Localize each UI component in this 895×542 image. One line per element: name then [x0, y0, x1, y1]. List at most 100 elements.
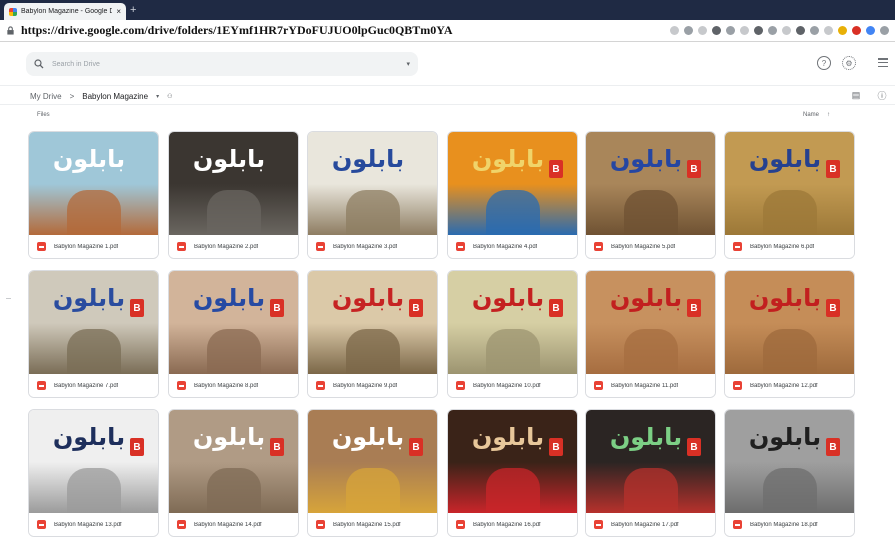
magazine-cover-thumbnail[interactable]: بابلون	[29, 132, 158, 235]
extension-icon[interactable]	[810, 26, 819, 35]
file-meta[interactable]: Babylon Magazine 13.pdf	[29, 513, 158, 536]
magazine-cover-thumbnail[interactable]: بابلون B	[29, 271, 158, 374]
file-card[interactable]: بابلون B Babylon Magazine 10.pdf	[447, 270, 578, 398]
file-meta[interactable]: Babylon Magazine 17.pdf	[586, 513, 715, 536]
extension-icon[interactable]	[880, 26, 889, 35]
folder-menu-chevron-icon[interactable]: ▾	[156, 93, 159, 100]
file-card[interactable]: بابلون B Babylon Magazine 17.pdf	[585, 409, 716, 537]
magazine-logo-badge: B	[270, 299, 284, 317]
extension-icon[interactable]	[796, 26, 805, 35]
file-card[interactable]: بابلون B Babylon Magazine 9.pdf	[307, 270, 438, 398]
new-tab-button[interactable]: +	[130, 3, 136, 17]
file-card[interactable]: بابلون Babylon Magazine 3.pdf	[307, 131, 438, 259]
extension-icon[interactable]	[754, 26, 763, 35]
extension-toolbar	[670, 26, 889, 35]
extension-icon[interactable]	[852, 26, 861, 35]
address-bar[interactable]: https://drive.google.com/drive/folders/1…	[0, 20, 895, 42]
cover-figure	[207, 329, 261, 374]
extension-icon[interactable]	[684, 26, 693, 35]
file-meta[interactable]: Babylon Magazine 11.pdf	[586, 374, 715, 397]
magazine-cover-thumbnail[interactable]: بابلون B	[308, 410, 437, 513]
magazine-cover-thumbnail[interactable]: بابلون	[308, 132, 437, 235]
file-meta[interactable]: Babylon Magazine 1.pdf	[29, 235, 158, 258]
file-name: Babylon Magazine 3.pdf	[333, 243, 398, 250]
side-handle	[6, 298, 11, 299]
search-options-icon[interactable]: ▾	[406, 60, 410, 68]
magazine-cover-thumbnail[interactable]: بابلون B	[448, 410, 577, 513]
magazine-title: بابلون	[748, 423, 822, 451]
file-card[interactable]: بابلون B Babylon Magazine 14.pdf	[168, 409, 299, 537]
browser-tab[interactable]: Babylon Magazine - Google D ×	[4, 3, 126, 20]
file-meta[interactable]: Babylon Magazine 16.pdf	[448, 513, 577, 536]
file-card[interactable]: بابلون B Babylon Magazine 6.pdf	[724, 131, 855, 259]
magazine-cover-thumbnail[interactable]: بابلون B	[308, 271, 437, 374]
menu-icon[interactable]	[878, 58, 888, 67]
breadcrumb-current-folder[interactable]: Babylon Magazine	[82, 92, 148, 101]
extension-icon[interactable]	[740, 26, 749, 35]
file-card[interactable]: بابلون B Babylon Magazine 7.pdf	[28, 270, 159, 398]
gear-icon[interactable]: ⚙	[842, 56, 856, 70]
file-meta[interactable]: Babylon Magazine 7.pdf	[29, 374, 158, 397]
sort-direction-arrow-icon[interactable]: ↑	[827, 112, 830, 118]
extension-icon[interactable]	[768, 26, 777, 35]
file-meta[interactable]: Babylon Magazine 9.pdf	[308, 374, 437, 397]
file-card[interactable]: بابلون Babylon Magazine 1.pdf	[28, 131, 159, 259]
lock-icon	[6, 26, 15, 35]
extension-icon[interactable]	[838, 26, 847, 35]
file-card[interactable]: بابلون Babylon Magazine 2.pdf	[168, 131, 299, 259]
file-meta[interactable]: Babylon Magazine 15.pdf	[308, 513, 437, 536]
file-meta[interactable]: Babylon Magazine 10.pdf	[448, 374, 577, 397]
file-card[interactable]: بابلون B Babylon Magazine 16.pdf	[447, 409, 578, 537]
file-meta[interactable]: Babylon Magazine 8.pdf	[169, 374, 298, 397]
file-meta[interactable]: Babylon Magazine 4.pdf	[448, 235, 577, 258]
magazine-cover-thumbnail[interactable]: بابلون B	[725, 132, 854, 235]
extension-icon[interactable]	[670, 26, 679, 35]
file-card[interactable]: بابلون B Babylon Magazine 13.pdf	[28, 409, 159, 537]
file-meta[interactable]: Babylon Magazine 2.pdf	[169, 235, 298, 258]
extension-icon[interactable]	[712, 26, 721, 35]
file-meta[interactable]: Babylon Magazine 5.pdf	[586, 235, 715, 258]
file-card[interactable]: بابلون B Babylon Magazine 11.pdf	[585, 270, 716, 398]
file-meta[interactable]: Babylon Magazine 6.pdf	[725, 235, 854, 258]
file-meta[interactable]: Babylon Magazine 14.pdf	[169, 513, 298, 536]
extension-icon[interactable]	[782, 26, 791, 35]
magazine-cover-thumbnail[interactable]: بابلون B	[725, 410, 854, 513]
extension-icon[interactable]	[866, 26, 875, 35]
extension-icon[interactable]	[698, 26, 707, 35]
magazine-cover-thumbnail[interactable]: بابلون B	[586, 132, 715, 235]
magazine-cover-thumbnail[interactable]: بابلون B	[29, 410, 158, 513]
magazine-title: بابلون	[609, 423, 683, 451]
magazine-cover-thumbnail[interactable]: بابلون B	[586, 271, 715, 374]
magazine-cover-thumbnail[interactable]: بابلون B	[725, 271, 854, 374]
url-text[interactable]: https://drive.google.com/drive/folders/1…	[21, 23, 670, 38]
magazine-cover-thumbnail[interactable]: بابلون B	[448, 271, 577, 374]
drive-search-bar[interactable]: Search in Drive ▾	[26, 52, 418, 76]
tab-close-icon[interactable]: ×	[116, 7, 121, 16]
file-meta[interactable]: Babylon Magazine 3.pdf	[308, 235, 437, 258]
file-meta[interactable]: Babylon Magazine 18.pdf	[725, 513, 854, 536]
info-icon[interactable]: ⓘ	[876, 89, 888, 101]
help-icon[interactable]: ?	[817, 56, 831, 70]
file-card[interactable]: بابلون B Babylon Magazine 12.pdf	[724, 270, 855, 398]
list-view-icon[interactable]: ▤	[850, 89, 862, 101]
magazine-cover-thumbnail[interactable]: بابلون B	[448, 132, 577, 235]
file-card[interactable]: بابلون B Babylon Magazine 18.pdf	[724, 409, 855, 537]
drive-favicon-icon	[9, 7, 17, 16]
magazine-cover-thumbnail[interactable]: بابلون B	[169, 271, 298, 374]
file-card[interactable]: بابلون B Babylon Magazine 15.pdf	[307, 409, 438, 537]
file-card[interactable]: بابلون B Babylon Magazine 8.pdf	[168, 270, 299, 398]
breadcrumb-my-drive[interactable]: My Drive	[30, 92, 62, 101]
extension-icon[interactable]	[824, 26, 833, 35]
pdf-file-icon	[37, 381, 46, 390]
magazine-cover-thumbnail[interactable]: بابلون	[169, 132, 298, 235]
search-input[interactable]: Search in Drive	[52, 61, 406, 68]
shared-people-icon[interactable]: ⚇	[167, 93, 172, 100]
sort-control[interactable]: Name ↑	[803, 112, 830, 118]
file-card[interactable]: بابلون B Babylon Magazine 5.pdf	[585, 131, 716, 259]
sort-by-name[interactable]: Name	[803, 112, 819, 118]
file-card[interactable]: بابلون B Babylon Magazine 4.pdf	[447, 131, 578, 259]
magazine-cover-thumbnail[interactable]: بابلون B	[586, 410, 715, 513]
extension-icon[interactable]	[726, 26, 735, 35]
magazine-cover-thumbnail[interactable]: بابلون B	[169, 410, 298, 513]
file-meta[interactable]: Babylon Magazine 12.pdf	[725, 374, 854, 397]
